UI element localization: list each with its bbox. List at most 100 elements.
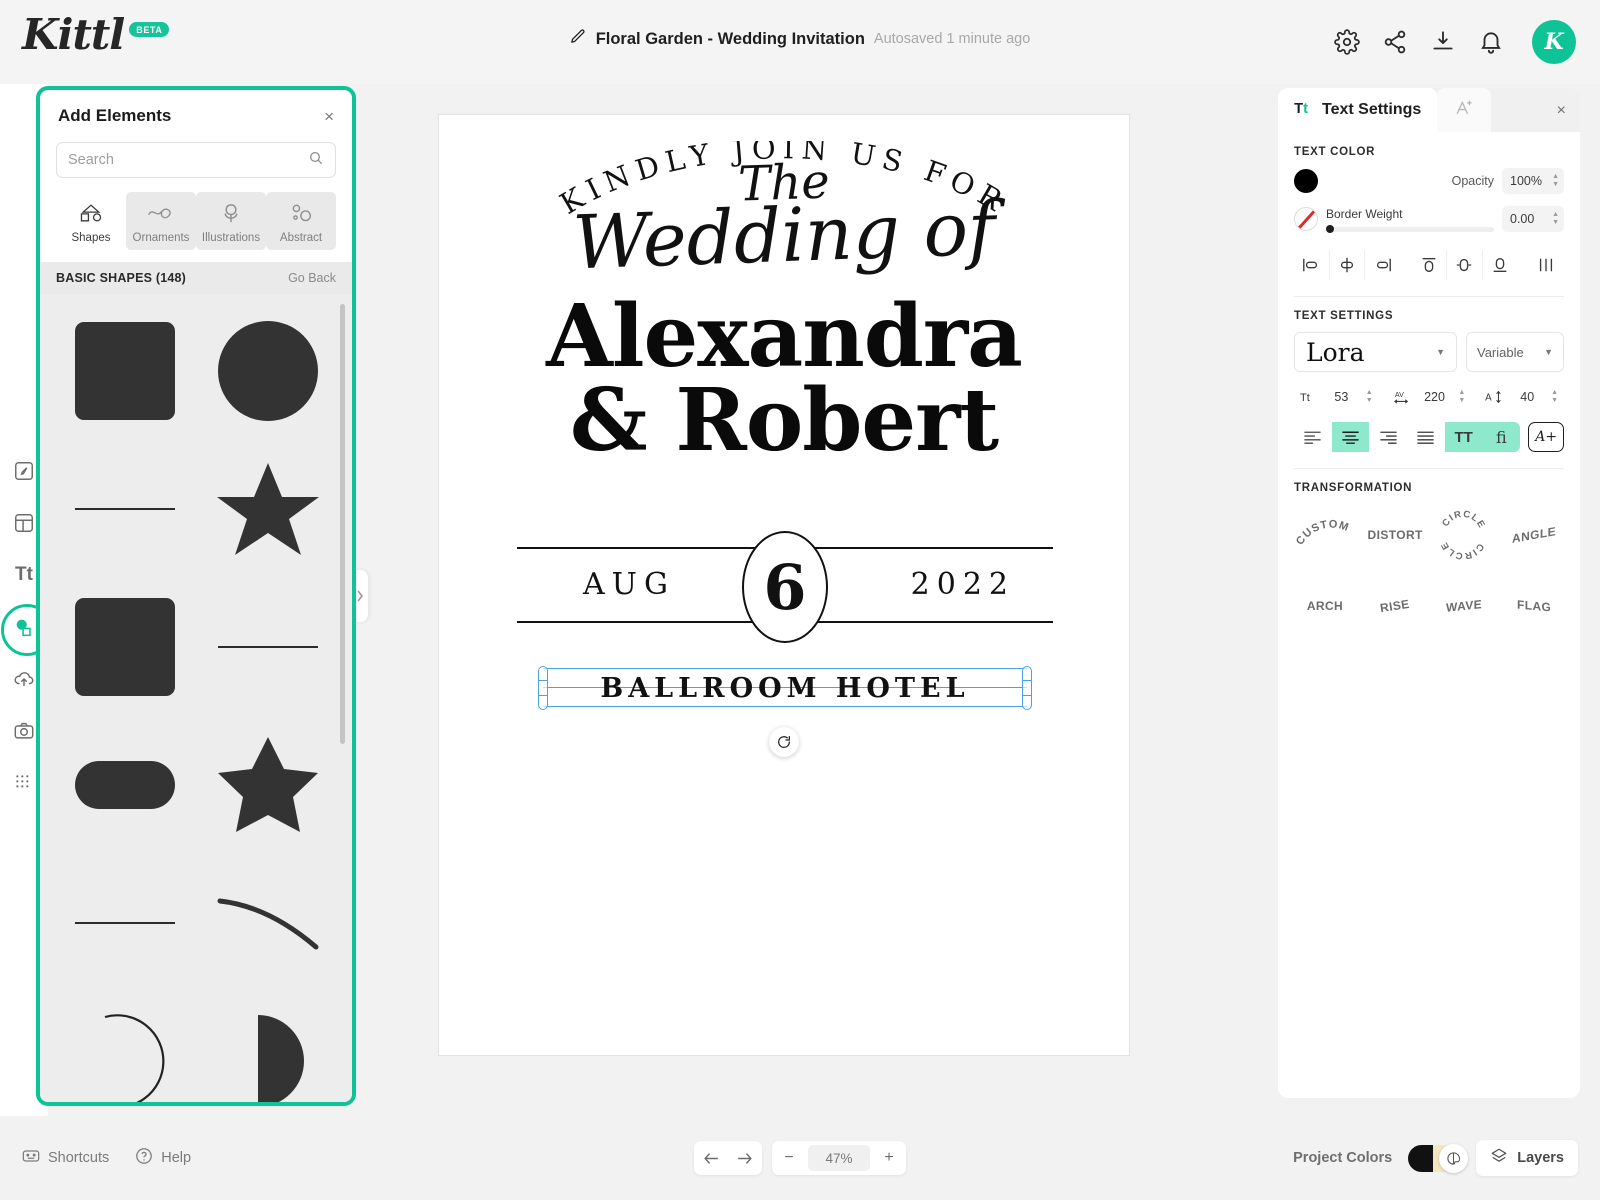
layers-label: Layers [1517, 1150, 1564, 1166]
text-settings-label: TEXT SETTINGS [1294, 310, 1394, 322]
brand-name: Kittl [22, 10, 125, 59]
tab-abstract-label: Abstract [279, 232, 323, 244]
panel-scrollbar[interactable] [340, 304, 345, 744]
zoom-in-button[interactable]: + [872, 1141, 906, 1175]
layers-button[interactable]: Layers [1476, 1140, 1578, 1176]
shape-pill[interactable] [62, 716, 187, 854]
tab-text-effects[interactable] [1437, 88, 1492, 132]
line-height-input[interactable]: A 40 ▲ ▼ [1479, 381, 1565, 413]
chevron-down-icon: ▼ [1436, 347, 1445, 357]
document-title-area[interactable]: Floral Garden - Wedding Invitation Autos… [570, 28, 1030, 50]
align-top-icon[interactable] [1411, 250, 1447, 280]
couple-names[interactable]: Alexandra & Robert [439, 286, 1129, 464]
border-weight-slider[interactable] [1326, 225, 1494, 233]
letter-spacing-input[interactable]: AV 220 ▲ ▼ [1386, 381, 1472, 413]
transform-wave[interactable]: WAVE [1434, 575, 1495, 637]
align-middle-icon[interactable] [1446, 250, 1483, 280]
text-align-right-icon[interactable] [1369, 422, 1408, 452]
canvas-area[interactable]: KINDLY JOIN US FOR The Wedding of Alexan… [360, 84, 1256, 1116]
border-weight-input[interactable]: 0.00 ▲ ▼ [1502, 206, 1564, 232]
letter-spacing-stepper[interactable]: ▲ ▼ [1458, 389, 1465, 404]
text-align-justify-icon[interactable] [1407, 422, 1445, 452]
align-right-icon[interactable] [1365, 250, 1402, 280]
download-icon[interactable] [1430, 29, 1456, 55]
font-metrics-row: Tt 53 ▲ ▼ AV 220 ▲ ▼ A 40 ▲ ▼ [1294, 381, 1565, 413]
rotate-icon[interactable] [769, 727, 799, 757]
border-weight-stepper[interactable]: ▲ ▼ [1552, 211, 1559, 226]
font-family-select[interactable]: Lora ▼ [1294, 332, 1457, 372]
transform-custom[interactable]: CUSTOM [1294, 504, 1356, 566]
transform-distort[interactable]: DISTORT [1365, 504, 1426, 566]
line-height-stepper[interactable]: ▲ ▼ [1551, 389, 1558, 404]
transform-rise[interactable]: RISE [1365, 575, 1426, 637]
align-left-icon[interactable] [1294, 250, 1330, 280]
tab-illustrations[interactable]: Illustrations [196, 192, 266, 250]
shape-rounded-square[interactable] [62, 302, 187, 440]
venue-text[interactable]: BALLROOM HOTEL [543, 665, 1027, 711]
tab-abstract[interactable]: Abstract [266, 192, 336, 250]
top-bar: Kittl BETA Floral Garden - Wedding Invit… [0, 0, 1600, 84]
tab-ornaments[interactable]: Ornaments [126, 192, 196, 250]
border-weight-slider-knob[interactable] [1326, 225, 1334, 233]
shape-star-chunky[interactable] [205, 716, 330, 854]
transform-flag[interactable]: FLAG [1503, 575, 1564, 637]
notifications-icon[interactable] [1478, 29, 1504, 55]
shape-rule-line[interactable] [62, 854, 187, 992]
text-align-left-icon[interactable] [1294, 422, 1332, 452]
zoom-out-button[interactable]: − [772, 1141, 806, 1175]
shape-line[interactable] [62, 440, 187, 578]
undo-icon[interactable] [694, 1141, 728, 1175]
align-bottom-icon[interactable] [1482, 250, 1519, 280]
shape-square[interactable] [62, 578, 187, 716]
search-input[interactable] [68, 152, 308, 168]
date-block[interactable]: AUG 2022 6 [517, 525, 1053, 645]
shortcuts-button[interactable]: Shortcuts [22, 1148, 109, 1168]
document-title[interactable]: Floral Garden - Wedding Invitation [596, 30, 865, 49]
go-back-link[interactable]: Go Back [288, 271, 336, 285]
share-icon[interactable] [1382, 29, 1408, 55]
selection-handle-left[interactable] [538, 666, 548, 710]
opacity-input[interactable]: 100% ▲ ▼ [1502, 168, 1564, 194]
redo-icon[interactable] [728, 1141, 762, 1175]
distribute-icon[interactable] [1528, 250, 1564, 280]
section-title: BASIC SHAPES (148) [56, 271, 187, 285]
transformation-grid: CUSTOM DISTORT CIRCLE CIRCLE ANGLE ARCH … [1294, 504, 1564, 637]
font-size-stepper[interactable]: ▲ ▼ [1366, 389, 1373, 404]
shape-circle[interactable] [205, 302, 330, 440]
name-line-1: Alexandra [546, 286, 1023, 387]
venue-text-selection[interactable]: BALLROOM HOTEL [538, 665, 1032, 711]
font-variant-select[interactable]: Variable ▼ [1466, 332, 1564, 372]
shape-arc-curve[interactable] [205, 854, 330, 992]
panel-close-icon[interactable]: × [1557, 102, 1566, 120]
selection-handle-right[interactable] [1022, 666, 1032, 710]
ligature-toggle[interactable]: ﬁ [1482, 422, 1521, 452]
shape-star-5[interactable] [205, 440, 330, 578]
search-box[interactable] [56, 142, 336, 178]
shape-half-moon[interactable] [205, 992, 330, 1102]
text-align-center-icon[interactable] [1331, 422, 1370, 452]
fill-color-swatch[interactable] [1294, 169, 1318, 193]
shape-open-circle-arc[interactable] [62, 992, 187, 1102]
brand-logo[interactable]: Kittl BETA [22, 10, 170, 59]
artboard[interactable]: KINDLY JOIN US FOR The Wedding of Alexan… [438, 114, 1130, 1056]
avatar[interactable]: K [1532, 20, 1576, 64]
font-size-input[interactable]: Tt 53 ▲ ▼ [1294, 381, 1379, 413]
transform-angle[interactable]: ANGLE [1503, 504, 1564, 566]
transform-arch[interactable]: ARCH [1294, 575, 1356, 637]
tab-shapes[interactable]: Shapes [56, 192, 126, 250]
align-center-horizontal-icon[interactable] [1329, 250, 1366, 280]
bottom-left-group: Shortcuts Help [22, 1147, 191, 1169]
help-button[interactable]: Help [135, 1147, 191, 1169]
project-colors-toggle[interactable] [1408, 1143, 1469, 1173]
tab-text-settings[interactable]: Tt Text Settings [1278, 88, 1438, 132]
settings-icon[interactable] [1334, 29, 1360, 55]
script-wedding-of[interactable]: Wedding of [571, 186, 996, 287]
shape-thin-line[interactable] [205, 578, 330, 716]
close-icon[interactable]: × [324, 108, 334, 125]
uppercase-toggle[interactable]: TT [1444, 422, 1483, 452]
opacity-stepper[interactable]: ▲ ▼ [1552, 173, 1559, 188]
border-color-swatch[interactable] [1294, 207, 1318, 231]
zoom-value[interactable]: 47% [808, 1145, 870, 1171]
add-font-button[interactable]: A+ [1528, 422, 1564, 452]
transform-circle[interactable]: CIRCLE CIRCLE [1434, 504, 1495, 566]
